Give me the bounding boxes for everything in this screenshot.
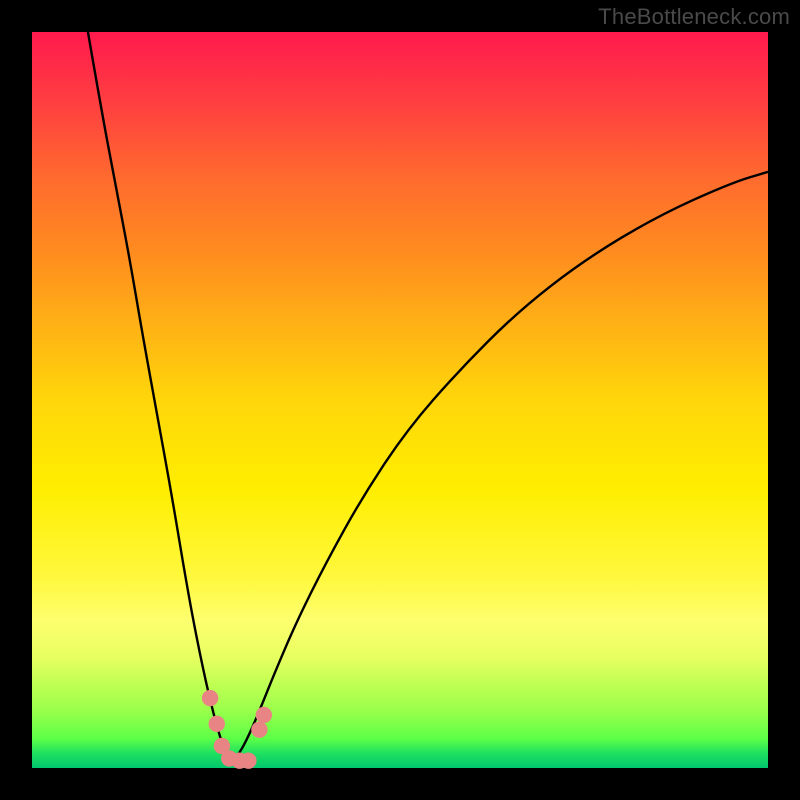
curve-right_curve (232, 172, 768, 763)
trough-marker-1 (209, 716, 225, 732)
trough-marker-0 (202, 690, 218, 706)
trough-marker-5 (240, 752, 256, 768)
chart-frame: TheBottleneck.com (0, 0, 800, 800)
watermark-text: TheBottleneck.com (598, 4, 790, 30)
curve-left_curve (88, 32, 232, 763)
trough-marker-6 (251, 722, 267, 738)
plot-area (32, 32, 768, 768)
chart-svg (32, 32, 768, 768)
trough-marker-7 (256, 707, 272, 723)
